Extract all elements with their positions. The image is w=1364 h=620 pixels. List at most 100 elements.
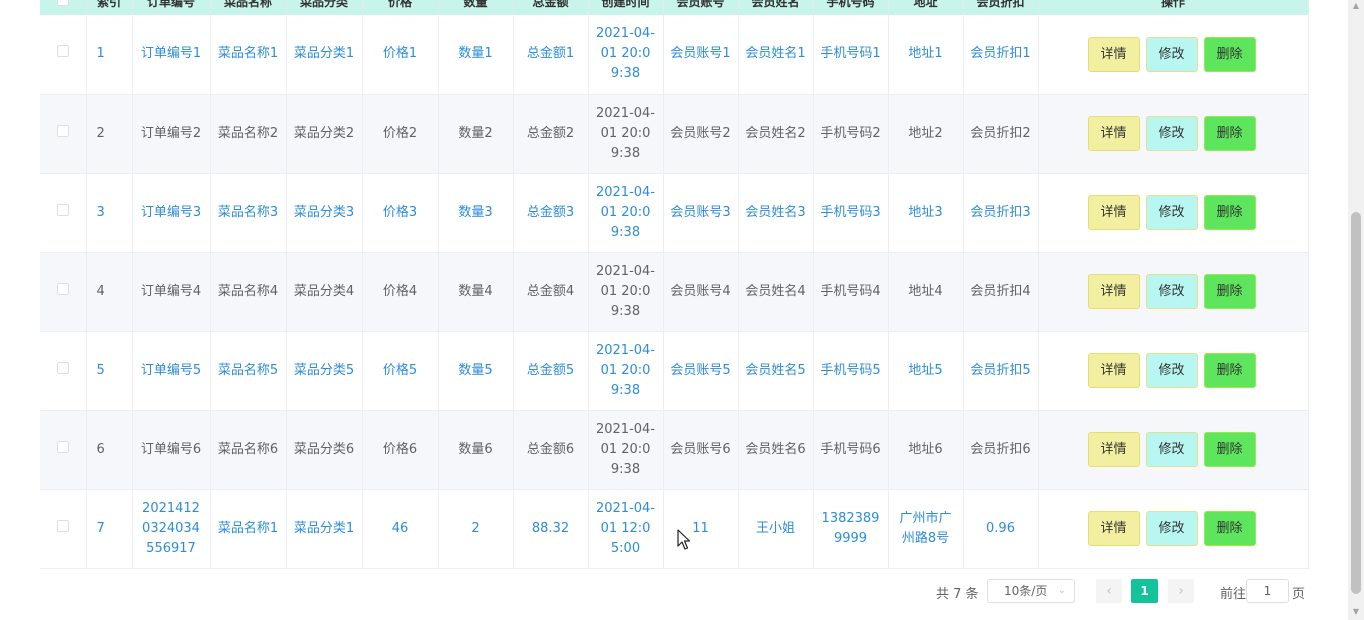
edit-button[interactable]: 修改 — [1145, 116, 1198, 151]
cell-member-name: 王小姐 — [738, 489, 814, 569]
row-checkbox[interactable] — [56, 124, 69, 137]
prev-page-button[interactable]: ‹ — [1096, 579, 1122, 603]
mouse-pointer-icon — [677, 529, 691, 550]
cell-member-account: 会员账号1 — [663, 15, 739, 95]
cell-qty: 2 — [438, 489, 514, 569]
edit-button[interactable]: 修改 — [1145, 432, 1198, 467]
cell-price: 价格3 — [362, 173, 439, 253]
pagination: 共 7 条 10条/页 ⌄ ‹ 1 › 前往 1 页 — [0, 579, 1364, 605]
row-actions: 详情 修改 删除 — [1038, 173, 1309, 253]
detail-button[interactable]: 详情 — [1087, 36, 1140, 72]
page-number-current[interactable]: 1 — [1131, 579, 1158, 603]
cell-created: 2021-04-01 20:09:38 — [588, 252, 664, 332]
cell-dish-category: 菜品分类5 — [286, 331, 363, 411]
column-header: 会员账号 — [663, 0, 739, 15]
cell-price: 价格5 — [362, 331, 439, 411]
edit-button[interactable]: 修改 — [1145, 274, 1198, 309]
edit-button[interactable]: 修改 — [1145, 511, 1198, 546]
detail-button[interactable]: 详情 — [1087, 274, 1140, 309]
row-checkbox-cell — [40, 15, 87, 95]
edit-button[interactable]: 修改 — [1145, 195, 1198, 230]
cell-index: 1 — [86, 15, 133, 95]
page-size-select[interactable]: 10条/页 ⌄ — [987, 579, 1075, 603]
column-header: 手机号码 — [813, 0, 889, 15]
scroll-up-icon[interactable]: ▲ — [1350, 0, 1362, 12]
row-checkbox[interactable] — [56, 440, 69, 453]
column-header: 地址 — [888, 0, 964, 15]
cell-created: 2021-04-01 12:05:00 — [588, 489, 664, 569]
cell-member-name: 会员姓名4 — [738, 252, 814, 332]
cell-price: 价格6 — [362, 410, 439, 490]
detail-button[interactable]: 详情 — [1087, 353, 1140, 388]
delete-button[interactable]: 删除 — [1203, 274, 1256, 309]
cell-qty: 数量1 — [438, 15, 514, 95]
edit-button[interactable]: 修改 — [1145, 353, 1198, 388]
row-checkbox[interactable] — [56, 361, 69, 374]
row-checkbox[interactable] — [56, 45, 69, 58]
delete-button[interactable]: 删除 — [1203, 432, 1256, 467]
cell-member-name: 会员姓名5 — [738, 331, 814, 411]
cell-qty: 数量2 — [438, 94, 514, 174]
cell-dish-name: 菜品名称5 — [210, 331, 287, 411]
scrollbar-thumb[interactable] — [1351, 212, 1361, 594]
cell-dish-category: 菜品分类1 — [286, 489, 363, 569]
column-header: 价格 — [362, 0, 439, 15]
page-unit-label: 页 — [1292, 587, 1306, 602]
detail-button[interactable]: 详情 — [1087, 116, 1140, 151]
goto-page-input[interactable]: 1 — [1246, 579, 1289, 603]
cell-discount: 会员折扣1 — [963, 15, 1039, 95]
row-checkbox[interactable] — [56, 519, 69, 532]
row-checkbox[interactable] — [56, 282, 69, 295]
cell-total: 总金额6 — [513, 410, 589, 490]
cell-price: 价格1 — [362, 15, 439, 95]
cell-total: 总金额2 — [513, 94, 589, 174]
cell-member-account: 11 — [663, 489, 739, 569]
cell-address: 地址6 — [888, 410, 964, 490]
cell-phone: 手机号码6 — [813, 410, 889, 490]
cell-phone: 手机号码5 — [813, 331, 889, 411]
detail-button[interactable]: 详情 — [1087, 195, 1140, 230]
row-checkbox[interactable] — [56, 203, 69, 216]
scroll-down-icon[interactable]: ▼ — [1350, 606, 1362, 618]
cell-phone: 13823899999 — [813, 489, 889, 569]
cell-dish-category: 菜品分类2 — [286, 94, 363, 174]
delete-button[interactable]: 删除 — [1203, 195, 1256, 230]
cell-order-no: 20214120324034556917 — [132, 489, 211, 569]
column-header: 会员姓名 — [738, 0, 814, 15]
cell-address: 地址3 — [888, 173, 964, 253]
cell-qty: 数量3 — [438, 173, 514, 253]
row-actions: 详情 修改 删除 — [1038, 410, 1309, 490]
cell-index: 2 — [86, 94, 133, 174]
next-page-button[interactable]: › — [1168, 579, 1194, 603]
cell-price: 46 — [362, 489, 439, 569]
column-header: 订单编号 — [132, 0, 211, 15]
column-header: 操作 — [1038, 0, 1309, 15]
detail-button[interactable]: 详情 — [1087, 511, 1140, 546]
row-actions: 详情 修改 删除 — [1038, 15, 1309, 95]
column-header: 会员折扣 — [963, 0, 1039, 15]
cell-discount: 会员折扣3 — [963, 173, 1039, 253]
cell-address: 地址4 — [888, 252, 964, 332]
select-all-checkbox[interactable] — [56, 0, 69, 6]
delete-button[interactable]: 删除 — [1203, 116, 1256, 151]
column-header: 菜品分类 — [286, 0, 363, 15]
cell-dish-name: 菜品名称3 — [210, 173, 287, 253]
cell-created: 2021-04-01 20:09:38 — [588, 94, 664, 174]
cell-dish-category: 菜品分类6 — [286, 410, 363, 490]
cell-dish-name: 菜品名称1 — [210, 489, 287, 569]
delete-button[interactable]: 删除 — [1203, 511, 1256, 546]
row-checkbox-cell — [40, 94, 87, 174]
row-checkbox-cell — [40, 252, 87, 332]
delete-button[interactable]: 删除 — [1203, 36, 1256, 72]
chevron-down-icon: ⌄ — [1057, 585, 1066, 596]
detail-button[interactable]: 详情 — [1087, 432, 1140, 467]
cell-address: 地址5 — [888, 331, 964, 411]
cell-order-no: 订单编号6 — [132, 410, 211, 490]
cell-qty: 数量4 — [438, 252, 514, 332]
cell-order-no: 订单编号2 — [132, 94, 211, 174]
cell-index: 7 — [86, 489, 133, 569]
cell-total: 88.32 — [513, 489, 589, 569]
cell-index: 6 — [86, 410, 133, 490]
delete-button[interactable]: 删除 — [1203, 353, 1256, 388]
edit-button[interactable]: 修改 — [1145, 36, 1198, 72]
